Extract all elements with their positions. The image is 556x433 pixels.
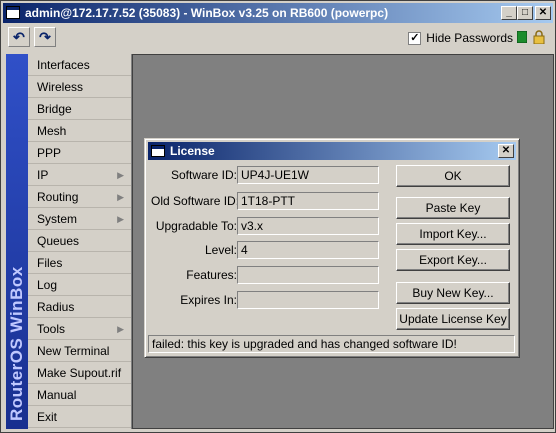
level-field[interactable]: 4 xyxy=(237,241,379,259)
license-dialog-title-bar[interactable]: License ✕ xyxy=(148,142,516,160)
old-software-id-label: Old Software ID: xyxy=(151,194,240,208)
window-icon xyxy=(6,6,20,19)
sidebar-item-label: PPP xyxy=(37,146,62,160)
sidebar-item-make-supout-rif[interactable]: Make Supout.rif xyxy=(28,362,131,384)
maximize-button[interactable]: □ xyxy=(517,6,533,20)
sidebar-item-label: Wireless xyxy=(37,80,84,94)
level-row: Level: 4 xyxy=(145,241,379,260)
title-bar[interactable]: admin@172.17.7.52 (35083) - WinBox v3.25… xyxy=(3,3,553,23)
sidebar-item-label: Make Supout.rif xyxy=(37,366,122,380)
toolbar: ↶ ↷ ✓ Hide Passwords xyxy=(3,25,553,51)
features-row: Features: xyxy=(145,266,379,285)
license-dialog-title: License xyxy=(170,144,215,158)
sidebar-item-label: Bridge xyxy=(37,102,72,116)
update-license-key-button[interactable]: Update License Key xyxy=(396,308,510,330)
sidebar-item-label: Queues xyxy=(37,234,80,248)
upgradable-to-row: Upgradable To: v3.x xyxy=(145,217,379,236)
dialog-window-icon xyxy=(151,145,165,157)
hide-passwords-checkbox[interactable]: ✓ xyxy=(408,31,422,45)
submenu-arrow-icon: ▶ xyxy=(117,192,124,202)
features-label: Features: xyxy=(186,268,237,282)
sidebar-item-queues[interactable]: Queues xyxy=(28,230,131,252)
upgradable-to-label: Upgradable To: xyxy=(155,219,237,233)
status-bar: failed: this key is upgraded and has cha… xyxy=(148,335,515,353)
upgradable-to-field[interactable]: v3.x xyxy=(237,217,379,235)
expires-in-field[interactable] xyxy=(237,291,379,309)
import-key-button[interactable]: Import Key... xyxy=(396,223,510,245)
submenu-arrow-icon: ▶ xyxy=(117,324,124,334)
sidebar-item-label: Manual xyxy=(37,388,77,402)
sidebar-item-ip[interactable]: IP ▶ xyxy=(28,164,131,186)
buy-new-key-button[interactable]: Buy New Key... xyxy=(396,282,510,304)
software-id-label: Software ID: xyxy=(170,168,237,182)
undo-icon[interactable]: ↶ xyxy=(8,27,30,47)
sidebar-item-exit[interactable]: Exit xyxy=(28,406,131,428)
expires-in-row: Expires In: xyxy=(145,291,379,310)
old-software-id-row: Old Software ID: 1T18-PTT xyxy=(145,192,379,211)
main-menu: Interfaces Wireless Bridge Mesh PPP IP ▶ Routin… xyxy=(28,54,132,429)
sidebar-item-routing[interactable]: Routing ▶ xyxy=(28,186,131,208)
sidebar-item-label: Interfaces xyxy=(37,58,90,72)
sidebar-item-ppp[interactable]: PPP xyxy=(28,142,131,164)
sidebar-item-label: New Terminal xyxy=(37,344,110,358)
lock-icon xyxy=(533,30,545,44)
submenu-arrow-icon: ▶ xyxy=(117,170,124,180)
hide-passwords-toggle[interactable]: ✓ Hide Passwords xyxy=(408,31,513,45)
sidebar-item-label: Routing xyxy=(37,190,79,204)
sidebar-item-label: Tools xyxy=(37,322,66,336)
sidebar-item-files[interactable]: Files xyxy=(28,252,131,274)
hide-passwords-label: Hide Passwords xyxy=(426,31,513,45)
redo-icon[interactable]: ↷ xyxy=(34,27,56,47)
sidebar-item-manual[interactable]: Manual xyxy=(28,384,131,406)
submenu-arrow-icon: ▶ xyxy=(117,214,124,224)
expires-in-label: Expires In: xyxy=(180,293,237,307)
software-id-row: Software ID: UP4J-UE1W xyxy=(145,166,379,185)
software-id-field[interactable]: UP4J-UE1W xyxy=(237,166,379,184)
sidebar-item-label: Exit xyxy=(37,410,58,424)
ok-button[interactable]: OK xyxy=(396,165,510,187)
license-dialog: License ✕ Software ID: UP4J-UE1W Old Sof… xyxy=(144,138,520,358)
level-label: Level: xyxy=(204,243,237,257)
sidebar-item-label: Radius xyxy=(37,300,75,314)
sidebar-item-label: Log xyxy=(37,278,58,292)
sidebar-item-tools[interactable]: Tools ▶ xyxy=(28,318,131,340)
sidebar-item-wireless[interactable]: Wireless xyxy=(28,76,131,98)
close-button[interactable]: ✕ xyxy=(535,6,551,20)
export-key-button[interactable]: Export Key... xyxy=(396,249,510,271)
sidebar-item-bridge[interactable]: Bridge xyxy=(28,98,131,120)
old-software-id-field[interactable]: 1T18-PTT xyxy=(237,192,379,210)
brand-text: RouterOS WinBox xyxy=(7,266,26,421)
connection-status-icon xyxy=(517,31,527,43)
sidebar-item-label: IP xyxy=(37,168,49,182)
sidebar-item-system[interactable]: System ▶ xyxy=(28,208,131,230)
sidebar-item-label: System xyxy=(37,212,78,226)
features-field[interactable] xyxy=(237,266,379,284)
sidebar-item-mesh[interactable]: Mesh xyxy=(28,120,131,142)
sidebar-item-label: Files xyxy=(37,256,63,270)
window-title: admin@172.17.7.52 (35083) - WinBox v3.25… xyxy=(25,6,389,20)
sidebar-item-interfaces[interactable]: Interfaces xyxy=(28,54,131,76)
minimize-button[interactable]: _ xyxy=(501,6,517,20)
dialog-close-button[interactable]: ✕ xyxy=(498,144,514,158)
sidebar-item-log[interactable]: Log xyxy=(28,274,131,296)
sidebar-item-new-terminal[interactable]: New Terminal xyxy=(28,340,131,362)
paste-key-button[interactable]: Paste Key xyxy=(396,197,510,219)
sidebar-item-radius[interactable]: Radius xyxy=(28,296,131,318)
sidebar-item-label: Mesh xyxy=(37,124,67,138)
